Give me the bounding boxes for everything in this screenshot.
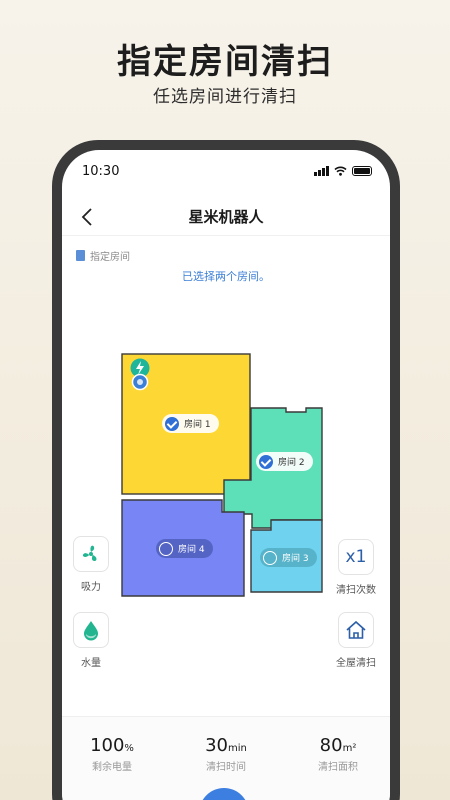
clean-count-value: x1 xyxy=(345,547,367,567)
promo-subtitle: 任选房间进行清扫 xyxy=(153,87,297,107)
water-button[interactable]: 水量 xyxy=(68,612,114,669)
clean-count-button[interactable]: x1 清扫次数 xyxy=(333,539,379,596)
room-chip-3[interactable]: 房间 3 xyxy=(260,548,317,567)
suction-label: 吸力 xyxy=(81,582,101,593)
room-chip-1[interactable]: 房间 1 xyxy=(162,414,219,433)
room-map xyxy=(121,353,323,597)
room-chip-label: 房间 4 xyxy=(178,545,205,555)
room-chip-2[interactable]: 房间 2 xyxy=(256,452,313,471)
phone-screen: 10:30 星米机器人 指定房间 已选择两个房间。 房间 1 房间 2 房间 3… xyxy=(62,150,390,800)
clean-count-label: 清扫次数 xyxy=(336,585,376,596)
unchecked-icon xyxy=(159,541,173,556)
room-chip-label: 房间 2 xyxy=(278,458,305,468)
home-icon xyxy=(346,620,366,639)
checked-icon xyxy=(259,454,273,469)
room-chip-label: 房间 1 xyxy=(184,420,211,430)
water-label: 水量 xyxy=(81,658,101,669)
checked-icon xyxy=(165,416,179,431)
whole-house-button[interactable]: 全屋清扫 xyxy=(333,612,379,669)
robot-vacuum-icon xyxy=(131,373,149,391)
unchecked-icon xyxy=(263,550,277,565)
clean-area-stat: 80m² 清扫面积 xyxy=(318,735,358,773)
battery-stat: 100% 剩余电量 xyxy=(90,735,134,773)
promo-title: 指定房间清扫 xyxy=(117,42,333,82)
room-chip-label: 房间 3 xyxy=(282,554,309,564)
whole-house-label: 全屋清扫 xyxy=(336,658,376,669)
phone-frame: 10:30 星米机器人 指定房间 已选择两个房间。 房间 1 房间 2 房间 3… xyxy=(52,140,400,800)
fan-icon xyxy=(82,545,97,562)
clean-time-stat: 30min 清扫时间 xyxy=(205,735,247,773)
suction-button[interactable]: 吸力 xyxy=(68,536,114,593)
water-drop-icon xyxy=(84,621,98,641)
room-chip-4[interactable]: 房间 4 xyxy=(156,539,213,558)
